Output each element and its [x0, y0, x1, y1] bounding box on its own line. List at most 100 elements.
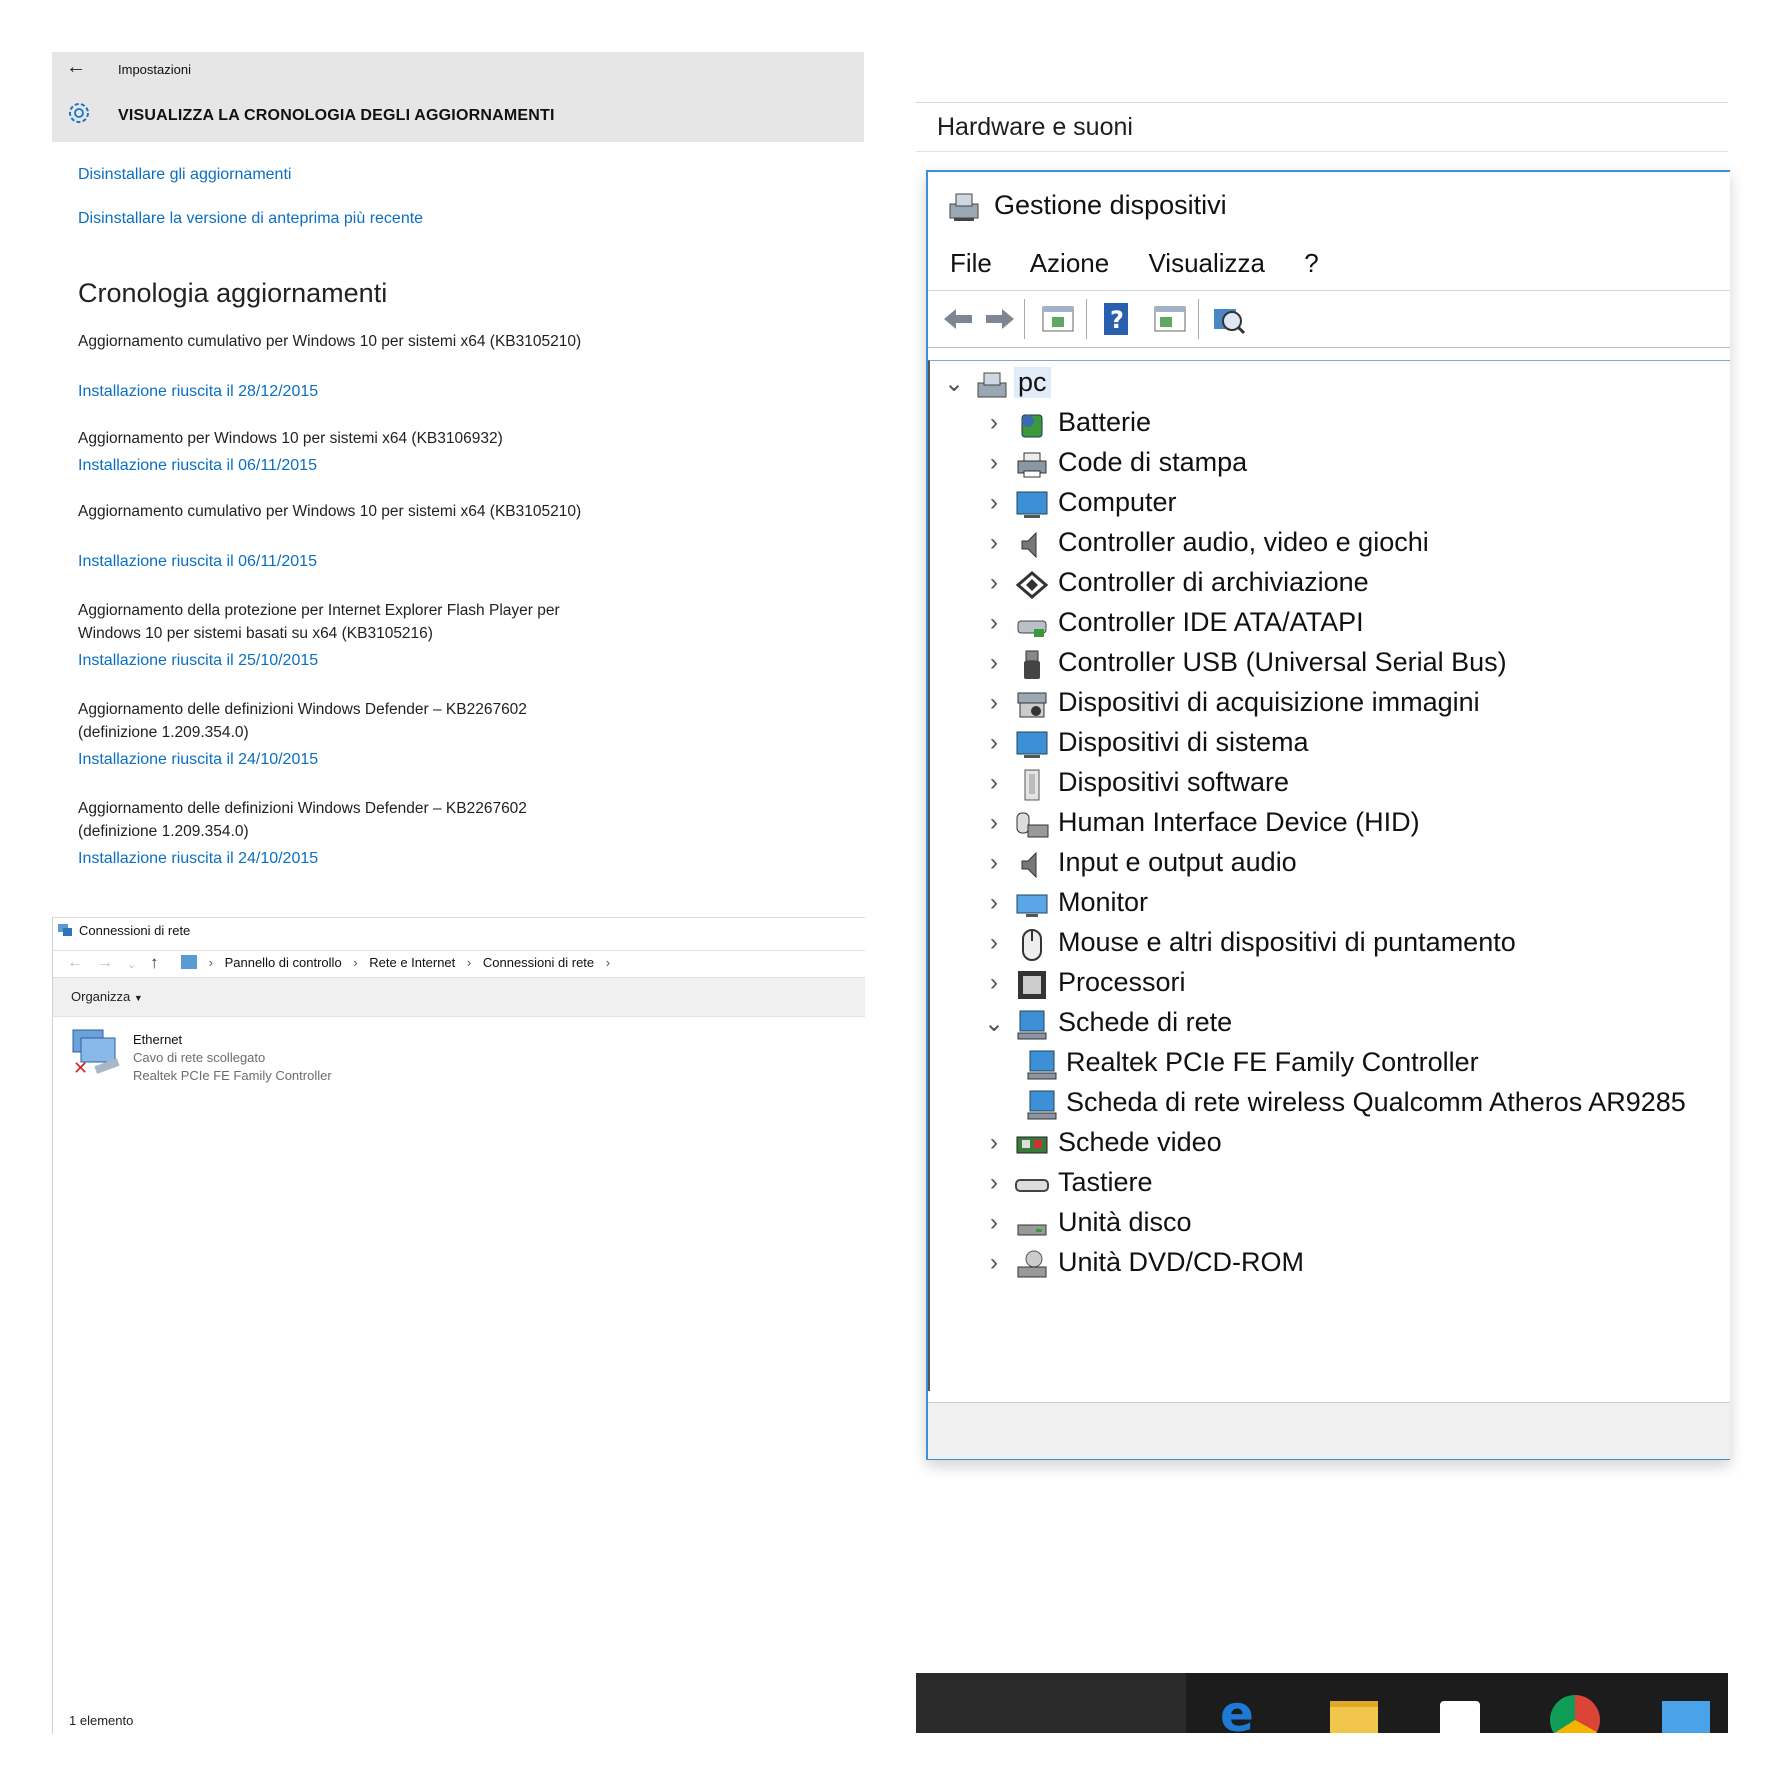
chevron-right-icon[interactable]: › [982, 729, 1006, 757]
svg-text:✕: ✕ [73, 1058, 88, 1076]
chevron-right-icon[interactable]: › [982, 1209, 1006, 1237]
toolbar-separator [1198, 299, 1199, 339]
tree-item-label: Input e output audio [1058, 847, 1297, 877]
toolbar-separator [1086, 299, 1087, 339]
chevron-right-icon[interactable]: › [982, 969, 1006, 997]
menu-action[interactable]: Azione [1030, 248, 1110, 278]
tree-item-label: Dispositivi software [1058, 767, 1290, 797]
file-explorer-icon[interactable] [1330, 1701, 1378, 1733]
chrome-icon[interactable] [1550, 1695, 1600, 1733]
chevron-right-icon[interactable]: › [982, 649, 1006, 677]
chevron-right-icon[interactable]: › [982, 1129, 1006, 1157]
edge-browser-icon[interactable]: e [1220, 1689, 1254, 1733]
tree-item-label: Dispositivi di acquisizione immagini [1058, 687, 1480, 717]
tree-item-label: Unità DVD/CD-ROM [1058, 1247, 1305, 1277]
tree-item-label: Controller di archiviazione [1058, 567, 1369, 597]
update-status-link[interactable]: Installazione riuscita il 24/10/2015 [78, 751, 318, 769]
forward-arrow-icon[interactable] [982, 301, 1018, 337]
breadcrumb-separator: › [466, 955, 472, 970]
chevron-right-icon[interactable]: › [982, 489, 1006, 517]
video-card-icon [1016, 1136, 1048, 1154]
window-title: Gestione dispositivi [994, 190, 1227, 220]
usb-icon [1024, 650, 1040, 679]
chevron-right-icon[interactable]: › [982, 1249, 1006, 1277]
menu-file[interactable]: File [950, 248, 992, 278]
store-icon[interactable] [1440, 1701, 1480, 1733]
settings-header: ← Impostazioni VISUALIZZA LA CRONOLOGIA … [52, 52, 864, 142]
update-name: Aggiornamento per Windows 10 per sistemi… [78, 430, 503, 447]
forward-arrow-icon[interactable]: → [97, 954, 113, 972]
uninstall-updates-link[interactable]: Disinstallare gli aggiornamenti [78, 166, 291, 184]
tree-item-label: Realtek PCIe FE Family Controller [1066, 1047, 1479, 1077]
tree-item-label: Tastiere [1058, 1167, 1153, 1197]
ethernet-adapter[interactable]: Ethernet Cavo di rete scollegato Realtek… [133, 1031, 332, 1085]
chevron-right-icon[interactable]: › [982, 449, 1006, 477]
breadcrumb-network-internet[interactable]: Rete e Internet [369, 955, 455, 970]
show-hide-console-tree-icon[interactable] [1040, 301, 1076, 337]
disk-drive-icon [1017, 1224, 1047, 1236]
update-status-link[interactable]: Installazione riuscita il 28/12/2015 [78, 383, 318, 401]
processor-icon [1018, 971, 1046, 999]
network-connections-window: Connessioni di rete ← → ⌄ ↑ › Pannello d… [52, 917, 865, 1734]
chevron-down-icon[interactable]: ⌄ [982, 1009, 1006, 1038]
chevron-right-icon[interactable]: › [982, 769, 1006, 797]
tree-item-label: Mouse e altri dispositivi di puntamento [1058, 927, 1516, 957]
taskbar: e [916, 1673, 1728, 1733]
show-hide-action-pane-icon[interactable] [1152, 301, 1188, 337]
tree-item-label: Batterie [1058, 407, 1152, 437]
chevron-right-icon[interactable]: › [982, 689, 1006, 717]
back-arrow-icon[interactable] [940, 301, 976, 337]
taskbar-search-area[interactable] [916, 1673, 1186, 1733]
scan-hardware-changes-icon[interactable] [1210, 301, 1246, 337]
background-window-edge [916, 225, 926, 1175]
chevron-right-icon[interactable]: › [982, 929, 1006, 957]
back-arrow-icon[interactable]: ← [67, 954, 83, 972]
chevron-right-icon[interactable]: › [982, 529, 1006, 557]
chevron-right-icon[interactable]: › [982, 809, 1006, 837]
network-adapter-icon [1027, 1090, 1057, 1120]
back-arrow-icon[interactable]: ← [66, 56, 86, 79]
update-status-link[interactable]: Installazione riuscita il 24/10/2015 [78, 850, 318, 864]
organize-label: Organizza [71, 989, 131, 1004]
tree-item-label: Processori [1058, 967, 1186, 997]
update-status-link[interactable]: Installazione riuscita il 25/10/2015 [78, 652, 318, 670]
chevron-right-icon[interactable]: › [982, 409, 1006, 437]
help-icon[interactable]: ? [1098, 301, 1134, 337]
network-adapter-icon [1017, 1010, 1047, 1040]
breadcrumb-control-panel[interactable]: Pannello di controllo [225, 955, 342, 970]
chevron-down-icon[interactable]: ⌄ [942, 369, 966, 398]
camera-scanner-icon [1017, 692, 1047, 718]
organize-menu[interactable]: Organizza ▼ [71, 989, 143, 1004]
menu-view[interactable]: Visualizza [1148, 248, 1265, 278]
storage-controller-icon [1015, 571, 1049, 599]
adapter-status: Cavo di rete scollegato [133, 1050, 266, 1065]
control-panel-icon[interactable] [1662, 1701, 1710, 1733]
tree-item-label: Schede di rete [1058, 1007, 1233, 1037]
toolbar: ? [928, 290, 1730, 348]
chevron-right-icon[interactable]: › [982, 1169, 1006, 1197]
recent-dropdown-icon[interactable]: ⌄ [127, 958, 136, 971]
update-status-link[interactable]: Installazione riuscita il 06/11/2015 [78, 553, 317, 571]
computer-icon [977, 372, 1007, 398]
page-title: VISUALIZZA LA CRONOLOGIA DEGLI AGGIORNAM… [118, 107, 555, 124]
device-manager-icon [949, 193, 979, 221]
chevron-right-icon[interactable]: › [982, 849, 1006, 877]
chevron-right-icon[interactable]: › [982, 569, 1006, 597]
monitor-icon [1016, 491, 1048, 518]
uninstall-preview-link[interactable]: Disinstallare la versione di anteprima p… [78, 210, 423, 228]
chevron-right-icon[interactable]: › [982, 609, 1006, 637]
tree-item-label: Controller USB (Universal Serial Bus) [1058, 647, 1507, 677]
mouse-icon [1022, 929, 1042, 961]
menu-help[interactable]: ? [1304, 248, 1318, 278]
tree-item-label: Controller audio, video e giochi [1058, 527, 1429, 557]
up-arrow-icon[interactable]: ↑ [150, 953, 159, 973]
chevron-right-icon[interactable]: › [982, 889, 1006, 917]
ethernet-adapter-icon[interactable]: ✕ [71, 1028, 123, 1076]
breadcrumb: › Pannello di controllo › Rete e Interne… [181, 955, 618, 970]
hid-icon [1016, 812, 1049, 838]
tree-item-label: Unità disco [1058, 1207, 1192, 1237]
adapter-name: Ethernet [133, 1032, 183, 1047]
update-status-link[interactable]: Installazione riuscita il 06/11/2015 [78, 457, 317, 475]
window-title: Connessioni di rete [79, 923, 191, 938]
breadcrumb-network-connections[interactable]: Connessioni di rete [483, 955, 594, 970]
